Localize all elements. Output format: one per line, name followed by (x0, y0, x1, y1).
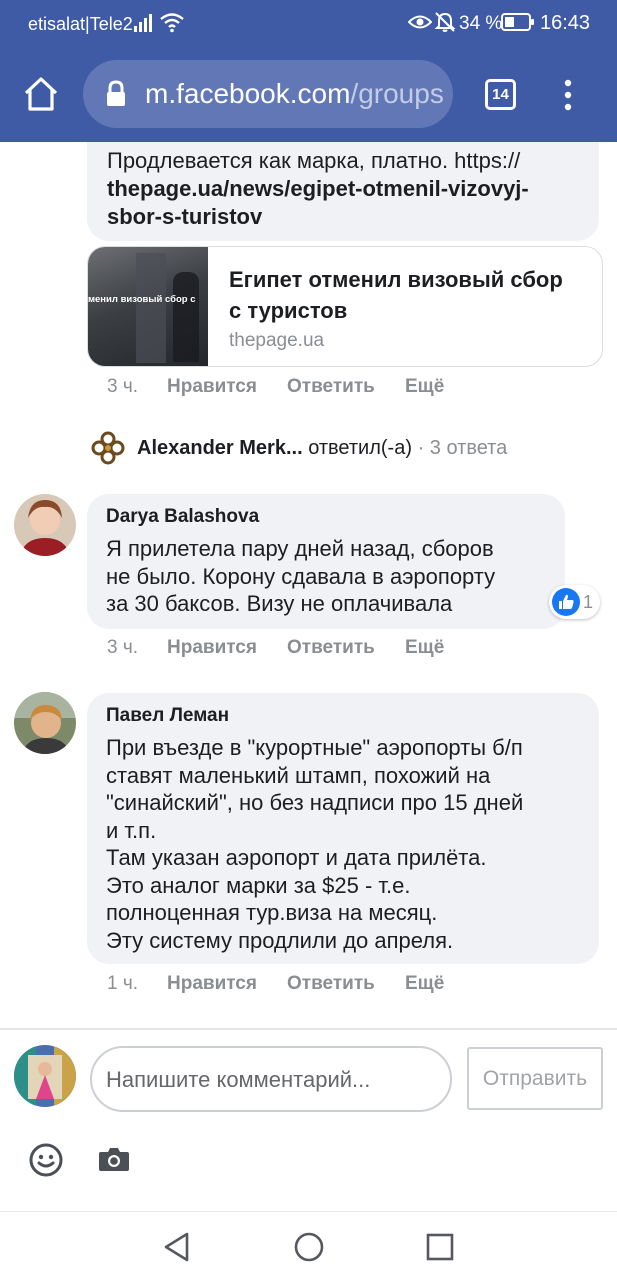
reply-separator: · (417, 437, 425, 459)
more-link[interactable]: Ещё (405, 973, 444, 995)
home-nav-icon[interactable] (293, 1231, 325, 1263)
avatar[interactable] (14, 1045, 76, 1107)
more-link[interactable]: Ещё (405, 376, 444, 398)
comment-line: Продлевается как марка, платно. https:// (107, 148, 521, 173)
home-icon[interactable] (22, 76, 60, 112)
reply-link[interactable]: Ответить (287, 376, 375, 398)
comment-time: 1 ч. (107, 973, 139, 994)
lock-icon (107, 80, 125, 106)
comment-time: 3 ч. (107, 376, 139, 397)
eye-icon (408, 15, 432, 29)
clock: 16:43 (540, 12, 591, 34)
comment-bubble: Darya Balashova Я прилетела пару дней на… (87, 494, 565, 629)
camera-icon[interactable] (98, 1145, 130, 1173)
comment-time: 3 ч. (107, 637, 139, 658)
divider (0, 1028, 617, 1030)
avatar[interactable] (14, 692, 76, 754)
reaction-count: 1 (583, 592, 594, 612)
like-icon (552, 588, 580, 616)
carrier-label: etisalat|Tele2 (28, 14, 133, 34)
browser-header: etisalat|Tele2 34 % 16:43 m.facebook.com… (0, 0, 617, 142)
comment-bubble: Павел Леман При въезде в "курортные" аэр… (87, 693, 599, 964)
comment-author[interactable]: Павел Леман (106, 705, 229, 727)
reply-action: ответил(-а) (308, 437, 412, 459)
wifi-icon (160, 13, 184, 33)
tabs-button[interactable]: 14 (485, 79, 516, 110)
reply-author: Alexander Merk... (137, 437, 303, 459)
back-icon[interactable] (162, 1231, 192, 1263)
url-host: m.facebook.com (145, 78, 351, 109)
comment-actions: 3 ч. Нравится Ответить Ещё (107, 376, 507, 400)
like-link[interactable]: Нравится (167, 376, 257, 398)
comment-text: При въезде в "курортные" аэропорты б/п с… (106, 735, 524, 953)
reply-link[interactable]: Ответить (287, 637, 375, 659)
tab-count: 14 (492, 86, 509, 103)
link-preview-card[interactable]: менил визовый сбор с Египет отменил визо… (87, 246, 603, 367)
comment-link[interactable]: sbor-s-turistov (107, 203, 529, 231)
signal-icon (134, 14, 152, 32)
reply-author-avatar[interactable] (87, 427, 129, 469)
like-link[interactable]: Нравится (167, 637, 257, 659)
comment-link[interactable]: thepage.ua/news/egipet-otmenil-vizovyj- (107, 175, 529, 203)
system-nav-bar (0, 1211, 617, 1280)
comment-input[interactable]: Напишите комментарий... (90, 1046, 452, 1112)
menu-dots-icon[interactable] (562, 79, 574, 111)
send-button[interactable]: Отправить (467, 1047, 603, 1110)
comment-text: Я прилетела пару дней назад, сборов не б… (106, 536, 496, 616)
comment-input-placeholder: Напишите комментарий... (106, 1067, 371, 1092)
reply-summary[interactable]: Alexander Merk... ответил(-а) · 3 ответа (137, 436, 507, 460)
thumbnail-caption: менил визовый сбор с (88, 294, 196, 305)
recents-icon[interactable] (425, 1232, 455, 1262)
link-title: Египет отменил визовый сбор с туристов (229, 267, 563, 323)
link-thumbnail: менил визовый сбор с (88, 247, 208, 366)
battery-percent: 34 % (459, 13, 503, 34)
url-path: /groups (350, 78, 444, 109)
more-link[interactable]: Ещё (405, 637, 444, 659)
like-link[interactable]: Нравится (167, 973, 257, 995)
reply-count: 3 ответа (429, 437, 508, 459)
comment-author[interactable]: Darya Balashova (106, 506, 259, 528)
avatar[interactable] (14, 494, 76, 556)
reaction-badge[interactable]: 1 (549, 585, 600, 619)
comment-actions: 1 ч. Нравится Ответить Ещё (107, 973, 507, 997)
reply-link[interactable]: Ответить (287, 973, 375, 995)
battery-icon (501, 13, 534, 31)
url-text: m.facebook.com/groups (145, 79, 444, 109)
comment-text: Продлевается как марка, платно. https://… (107, 147, 529, 231)
emoji-icon[interactable] (29, 1143, 63, 1177)
address-bar[interactable]: m.facebook.com/groups (83, 60, 453, 128)
comment-actions: 3 ч. Нравится Ответить Ещё (107, 637, 507, 661)
bell-off-icon (434, 12, 456, 32)
link-domain: thepage.ua (229, 330, 325, 351)
